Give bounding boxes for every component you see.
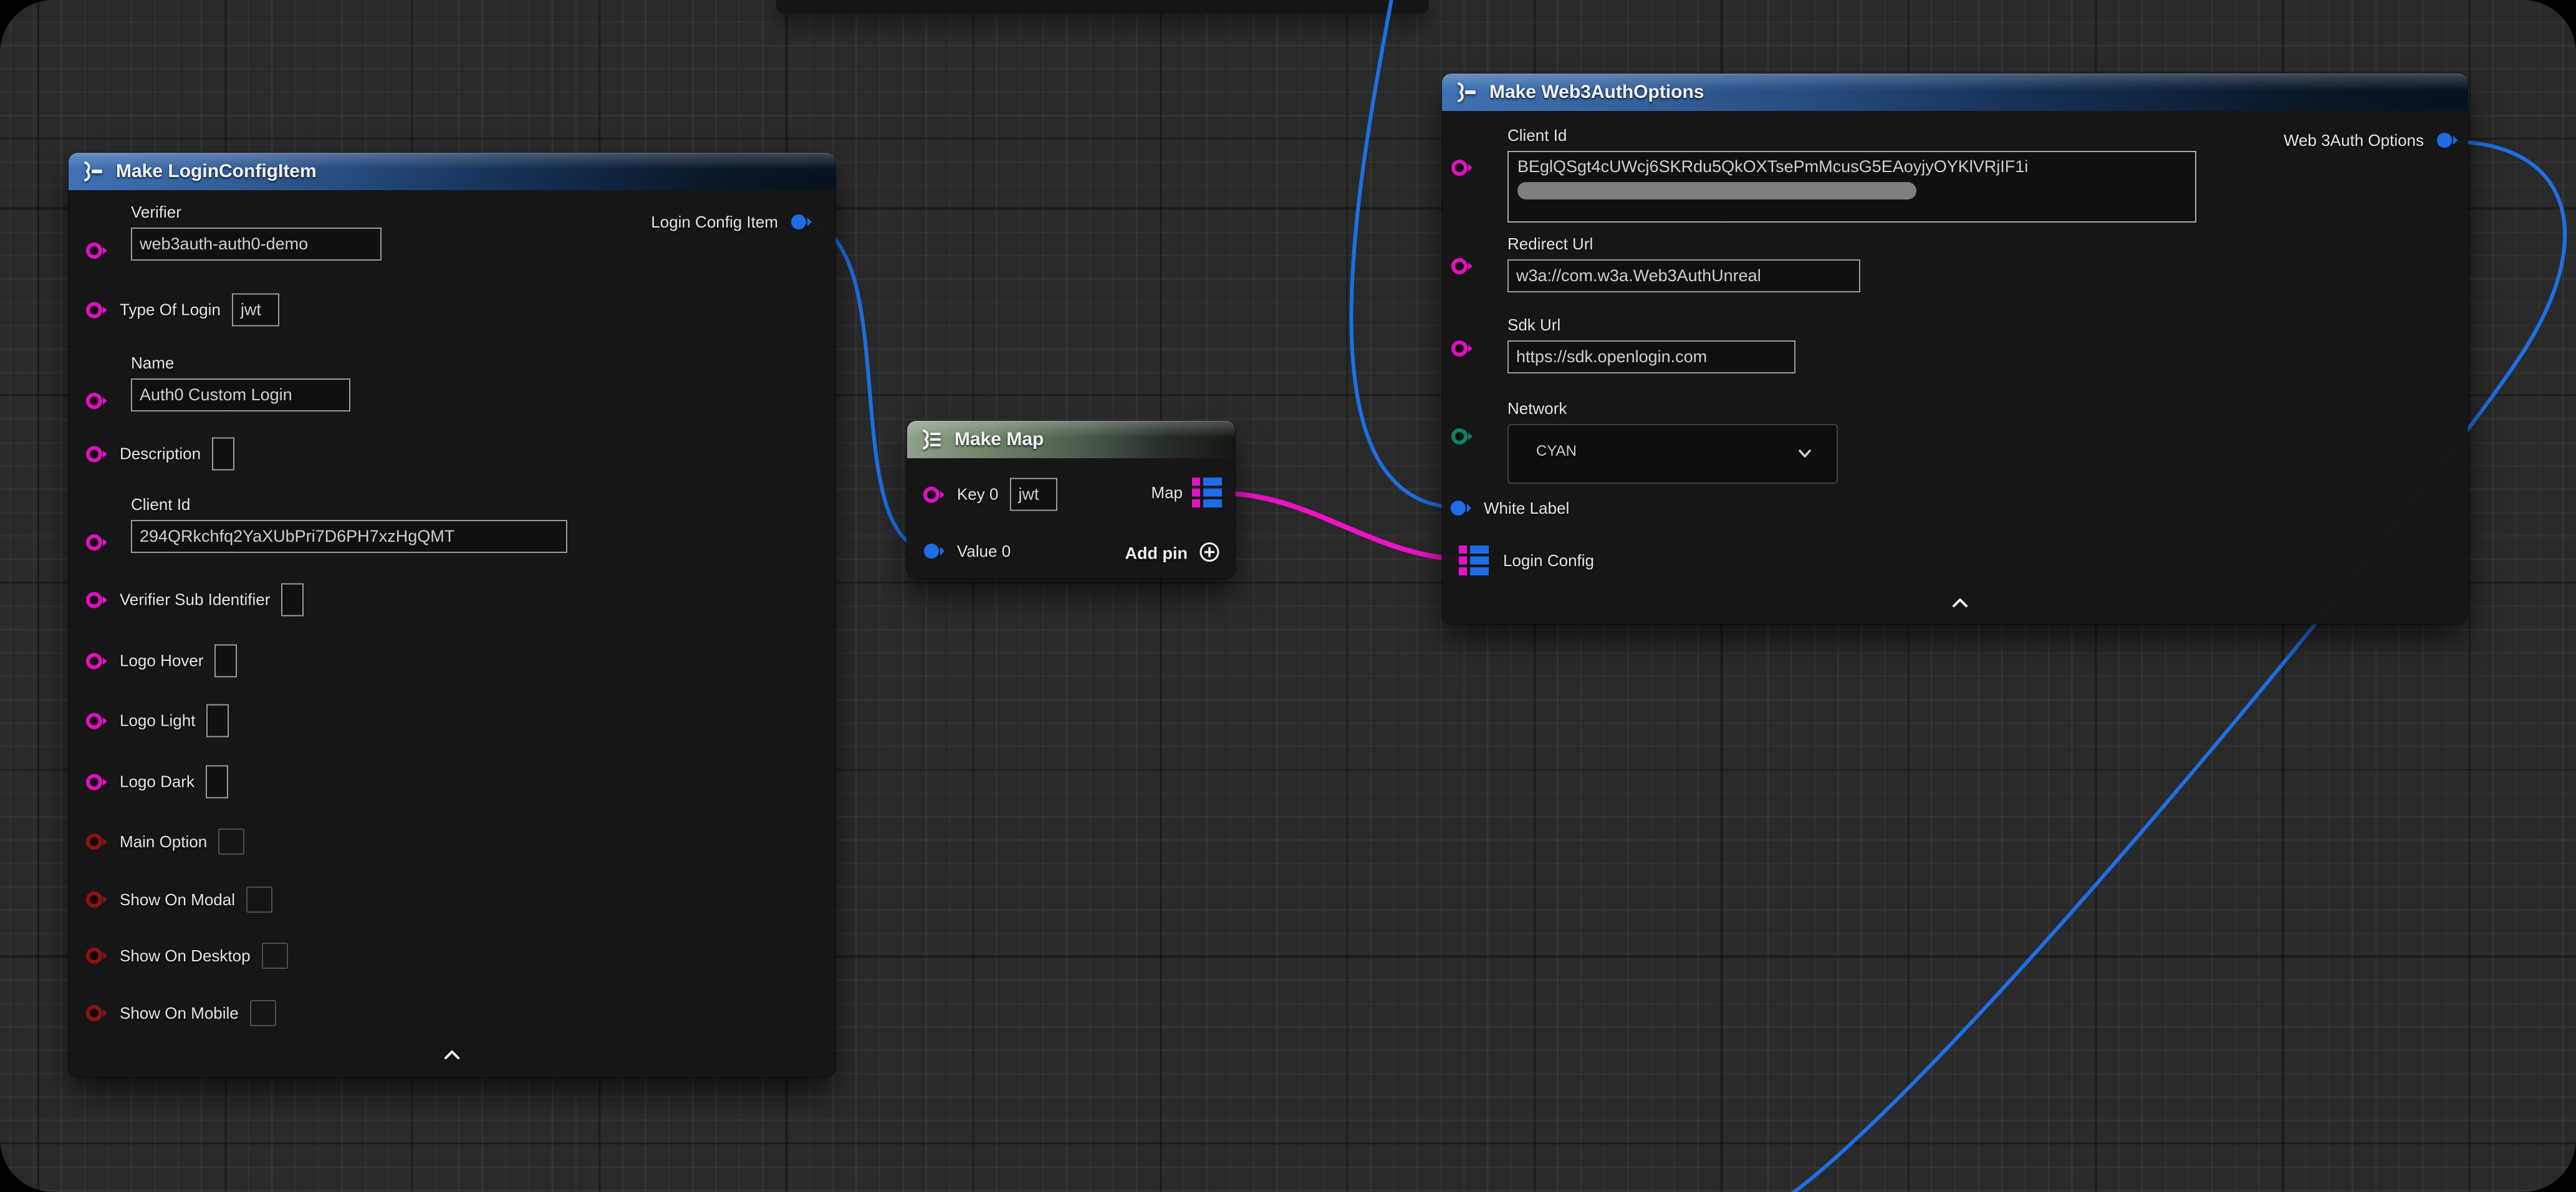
key0-field[interactable]: jwt (1010, 478, 1057, 511)
description-field[interactable] (212, 438, 234, 471)
logo-dark-label: Logo Dark (120, 772, 195, 792)
type-of-login-pin[interactable] (85, 299, 108, 320)
redirect-url-pin[interactable] (1450, 256, 1474, 277)
logo-dark-pin[interactable] (85, 771, 108, 792)
node-title: Make LoginConfigItem (116, 161, 317, 182)
web3auth-options-output-label: Web 3Auth Options (2284, 131, 2424, 150)
description-label: Description (120, 445, 201, 464)
type-of-login-label: Type Of Login (120, 300, 221, 320)
collapse-node-button[interactable] (1949, 596, 1971, 610)
node-make-web3authoptions[interactable]: Make Web3AuthOptions Web 3Auth Options C… (1442, 74, 2468, 624)
login-config-pin[interactable] (1458, 544, 1489, 577)
show-on-modal-checkbox[interactable] (246, 887, 272, 913)
network-label: Network (1507, 399, 1838, 418)
logo-hover-pin[interactable] (85, 650, 108, 671)
redirect-url-value: w3a://com.w3a.Web3AuthUnreal (1516, 266, 1761, 286)
logo-light-label: Logo Light (120, 711, 195, 731)
node-header: Make Map (907, 421, 1235, 458)
verifier-field[interactable]: web3auth-auth0-demo (131, 228, 382, 261)
logo-dark-field[interactable] (206, 766, 228, 799)
verifier-sub-identifier-pin[interactable] (85, 589, 108, 610)
key0-pin[interactable] (922, 484, 946, 505)
client-id-value: 294QRkchfq2YaXUbPri7D6PH7xzHgQMT (140, 527, 454, 546)
logo-hover-label: Logo Hover (120, 651, 203, 671)
key0-label: Key 0 (957, 485, 999, 504)
chevron-down-icon (1795, 448, 1814, 459)
map-output-label: Map (1151, 483, 1183, 502)
redirect-url-field[interactable]: w3a://com.w3a.Web3AuthUnreal (1507, 259, 1860, 292)
make-struct-icon (1454, 82, 1479, 103)
make-struct-icon (81, 161, 106, 182)
sdk-url-label: Sdk Url (1507, 315, 1795, 335)
verifier-value: web3auth-auth0-demo (140, 234, 308, 254)
white-label-pin[interactable] (1449, 497, 1473, 519)
show-on-desktop-label: Show On Desktop (120, 946, 251, 966)
map-output-pin[interactable] (1191, 476, 1223, 509)
type-of-login-field[interactable]: jwt (232, 294, 279, 327)
sdk-url-field[interactable]: https://sdk.openlogin.com (1507, 340, 1795, 373)
show-on-modal-pin[interactable] (85, 889, 108, 910)
main-option-label: Main Option (120, 832, 207, 852)
client-id-field-scrollbar[interactable] (1517, 182, 1916, 199)
network-pin[interactable] (1450, 426, 1474, 447)
verifier-label: Verifier (131, 203, 382, 222)
name-label: Name (131, 353, 350, 373)
verifier-sub-identifier-field[interactable] (281, 584, 304, 617)
login-config-label: Login Config (1503, 551, 1594, 570)
name-field[interactable]: Auth0 Custom Login (131, 378, 350, 411)
logo-hover-field[interactable] (214, 645, 237, 678)
output-pin-label: Login Config Item (651, 213, 778, 232)
logo-light-pin[interactable] (85, 710, 108, 731)
verifier-pin[interactable] (85, 240, 108, 261)
blueprint-graph-canvas[interactable]: Make LoginConfigItem Login Config Item V… (0, 0, 2576, 1192)
show-on-desktop-pin[interactable] (85, 945, 108, 966)
white-label-label: White Label (1484, 499, 1569, 518)
offscreen-node-bottom-edge (776, 0, 1429, 14)
key0-value: jwt (1019, 485, 1039, 504)
verifier-sub-identifier-label: Verifier Sub Identifier (120, 590, 270, 610)
type-of-login-value: jwt (241, 300, 261, 320)
make-map-icon (920, 429, 944, 450)
node-header: Make Web3AuthOptions (1442, 74, 2468, 111)
node-title: Make Map (954, 429, 1044, 450)
network-selected-value: CYAN (1536, 443, 1577, 460)
add-pin-button[interactable]: Add pin (1125, 541, 1221, 567)
redirect-url-label: Redirect Url (1507, 234, 1860, 254)
client-id-pin[interactable] (85, 532, 108, 553)
network-dropdown[interactable]: CYAN (1507, 424, 1838, 484)
client-id-pin[interactable] (1450, 157, 1474, 178)
add-pin-plus-icon (1198, 541, 1221, 567)
login-config-item-output-pin[interactable] (789, 211, 813, 233)
web3auth-options-output-pin[interactable] (2435, 130, 2459, 151)
show-on-desktop-checkbox[interactable] (262, 943, 288, 969)
add-pin-label: Add pin (1125, 544, 1188, 564)
client-id-value: BEglQSgt4cUWcj6SKRdu5QkOXTsePmMcusG5EAoy… (1517, 157, 2188, 176)
node-header: Make LoginConfigItem (69, 153, 835, 190)
description-pin[interactable] (85, 443, 108, 464)
show-on-mobile-pin[interactable] (85, 1002, 108, 1024)
value0-label: Value 0 (957, 542, 1011, 561)
chevron-up-icon (441, 1048, 463, 1062)
wire-map-to-login-config (1222, 493, 1473, 560)
logo-light-field[interactable] (206, 704, 229, 738)
chevron-up-icon (1949, 596, 1971, 610)
sdk-url-pin[interactable] (1450, 338, 1474, 359)
name-pin[interactable] (85, 390, 108, 411)
main-option-checkbox[interactable] (218, 829, 244, 855)
client-id-field[interactable]: BEglQSgt4cUWcj6SKRdu5QkOXTsePmMcusG5EAoy… (1507, 151, 2196, 223)
show-on-mobile-label: Show On Mobile (120, 1004, 239, 1023)
node-title: Make Web3AuthOptions (1489, 82, 1704, 103)
name-value: Auth0 Custom Login (140, 385, 292, 405)
client-id-label: Client Id (1507, 126, 2196, 145)
collapse-node-button[interactable] (441, 1048, 463, 1062)
sdk-url-value: https://sdk.openlogin.com (1516, 347, 1707, 367)
client-id-field[interactable]: 294QRkchfq2YaXUbPri7D6PH7xzHgQMT (131, 520, 567, 553)
node-make-loginconfigitem[interactable]: Make LoginConfigItem Login Config Item V… (69, 153, 835, 1077)
client-id-label: Client Id (131, 495, 567, 514)
show-on-mobile-checkbox[interactable] (250, 1000, 276, 1026)
value0-pin[interactable] (922, 541, 946, 562)
main-option-pin[interactable] (85, 831, 108, 852)
node-make-map[interactable]: Make Map Key 0 jwt Map (907, 421, 1235, 579)
show-on-modal-label: Show On Modal (120, 890, 235, 910)
